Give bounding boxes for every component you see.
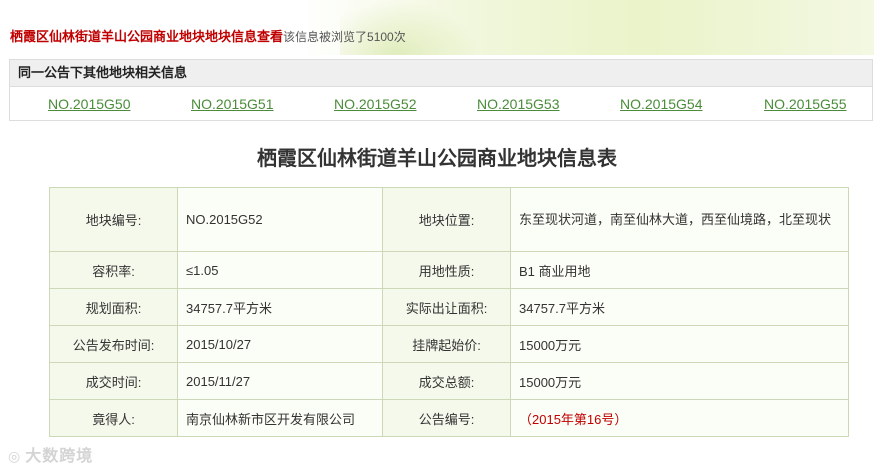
label-deal-total: 成交总额: [382, 362, 511, 400]
label-land-use: 用地性质: [382, 251, 511, 289]
value-announce-date: 2015/10/27 [177, 325, 383, 363]
related-link-g52[interactable]: NO.2015G52 [334, 96, 417, 112]
related-parcels-links: NO.2015G50 NO.2015G51 NO.2015G52 NO.2015… [10, 87, 872, 121]
table-row: 容积率: ≤1.05 用地性质: B1 商业用地 [49, 251, 849, 289]
value-winner: 南京仙林新市区开发有限公司 [177, 399, 383, 437]
related-link-g50[interactable]: NO.2015G50 [48, 96, 131, 112]
value-land-use: B1 商业用地 [510, 251, 849, 289]
label-winner: 竟得人: [49, 399, 178, 437]
label-starting-price: 挂牌起始价: [382, 325, 511, 363]
label-plot-ratio: 容积率: [49, 251, 178, 289]
label-parcel-location: 地块位置: [382, 187, 511, 252]
value-deal-date: 2015/11/27 [177, 362, 383, 400]
watermark-text: 大数跨境 [25, 448, 94, 465]
table-row: 竟得人: 南京仙林新市区开发有限公司 公告编号: （2015年第16号） [49, 399, 849, 437]
info-table-title: 栖霞区仙林街道羊山公园商业地块信息表 [257, 148, 617, 170]
label-announce-date: 公告发布时间: [49, 325, 178, 363]
label-planned-area: 规划面积: [49, 288, 178, 326]
label-deal-date: 成交时间: [49, 362, 178, 400]
value-starting-price: 15000万元 [510, 325, 849, 363]
watermark-icon: ◎ [8, 448, 22, 464]
page-header: 栖霞区仙林街道羊山公园商业地块地块信息查看该信息被浏览了5100次 [10, 26, 406, 45]
value-deal-total: 15000万元 [510, 362, 849, 400]
table-row: 公告发布时间: 2015/10/27 挂牌起始价: 15000万元 [49, 325, 849, 363]
value-planned-area: 34757.7平方米 [177, 288, 383, 326]
value-parcel-number: NO.2015G52 [177, 187, 383, 252]
value-plot-ratio: ≤1.05 [177, 251, 383, 289]
value-actual-area: 34757.7平方米 [510, 288, 849, 326]
related-link-g51[interactable]: NO.2015G51 [191, 96, 274, 112]
value-parcel-location: 东至现状河道，南至仙林大道，西至仙境路，北至现状 [510, 187, 849, 252]
value-announcement-number: （2015年第16号） [510, 399, 849, 437]
table-row: 规划面积: 34757.7平方米 实际出让面积: 34757.7平方米 [49, 288, 849, 326]
table-row: 成交时间: 2015/11/27 成交总额: 15000万元 [49, 362, 849, 400]
parcel-info-table: 地块编号: NO.2015G52 地块位置: 东至现状河道，南至仙林大道，西至仙… [49, 187, 849, 437]
page-title: 栖霞区仙林街道羊山公园商业地块地块信息查看 [10, 29, 284, 44]
view-count-text: 该信息被浏览了5100次 [283, 30, 406, 44]
related-parcels-panel: 同一公告下其他地块相关信息 NO.2015G50 NO.2015G51 NO.2… [9, 59, 873, 121]
related-link-g53[interactable]: NO.2015G53 [477, 96, 560, 112]
label-announcement-number: 公告编号: [382, 399, 511, 437]
related-link-g55[interactable]: NO.2015G55 [764, 96, 847, 112]
label-parcel-number: 地块编号: [49, 187, 178, 252]
related-link-g54[interactable]: NO.2015G54 [620, 96, 703, 112]
related-parcels-heading: 同一公告下其他地块相关信息 [10, 60, 872, 87]
watermark-logo: ◎ 大数跨境 [8, 442, 93, 466]
label-actual-area: 实际出让面积: [382, 288, 511, 326]
table-row: 地块编号: NO.2015G52 地块位置: 东至现状河道，南至仙林大道，西至仙… [49, 187, 849, 252]
